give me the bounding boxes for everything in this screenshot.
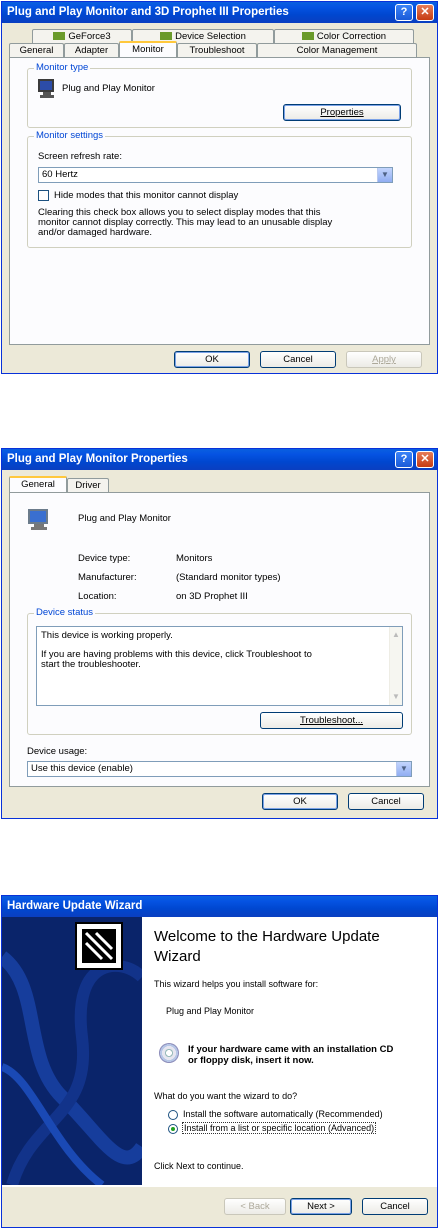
- cd-icon: [159, 1043, 179, 1063]
- chevron-up-icon[interactable]: ▲: [390, 629, 402, 641]
- apply-button[interactable]: Apply: [346, 351, 422, 368]
- device-type-value: Monitors: [176, 553, 213, 564]
- window-title: Plug and Play Monitor and 3D Prophet III…: [7, 6, 289, 18]
- help-button[interactable]: ?: [395, 4, 413, 21]
- monitor-properties-window: Plug and Play Monitor and 3D Prophet III…: [1, 1, 438, 374]
- device-name: Plug and Play Monitor: [78, 513, 171, 524]
- tab-panel: Monitor type Plug and Play Monitor Prope…: [9, 57, 430, 345]
- back-button[interactable]: < Back: [224, 1198, 286, 1215]
- status-line: start the troubleshooter.: [41, 659, 141, 670]
- refresh-rate-select[interactable]: 60 Hertz ▼: [38, 167, 393, 183]
- cd-instruction: If your hardware came with an installati…: [188, 1044, 394, 1055]
- chevron-down-icon[interactable]: ▼: [377, 168, 392, 182]
- close-button[interactable]: ✕: [416, 4, 434, 21]
- monitor-icon: [38, 79, 56, 101]
- manufacturer-value: (Standard monitor types): [176, 572, 281, 583]
- refresh-rate-label: Screen refresh rate:: [38, 151, 122, 162]
- nvidia-icon: [53, 32, 66, 41]
- manufacturer-label: Manufacturer:: [78, 572, 137, 583]
- cd-instruction: or floppy disk, insert it now.: [188, 1055, 314, 1066]
- monitor-settings-label: Monitor settings: [34, 130, 106, 141]
- install-auto-radio[interactable]: [168, 1110, 178, 1120]
- device-status-group: Device status This device is working pro…: [27, 607, 412, 735]
- nvidia-icon: [301, 32, 314, 41]
- pnp-monitor-properties-window: Plug and Play Monitor Properties ? ✕ Gen…: [1, 448, 438, 819]
- device-usage-label: Device usage:: [27, 746, 88, 757]
- continue-text: Click Next to continue.: [154, 1161, 244, 1171]
- monitor-type-group: Monitor type Plug and Play Monitor Prope…: [27, 62, 412, 128]
- ok-button[interactable]: OK: [262, 793, 338, 810]
- tab-adapter[interactable]: Adapter: [64, 43, 119, 57]
- ok-button[interactable]: OK: [174, 351, 250, 368]
- title-bar[interactable]: Plug and Play Monitor Properties ? ✕: [2, 449, 437, 470]
- install-list-label[interactable]: Install from a list or specific location…: [182, 1122, 377, 1134]
- help-button[interactable]: ?: [395, 451, 413, 468]
- wizard-footer: < Back Next > Cancel: [2, 1187, 437, 1227]
- chevron-down-icon[interactable]: ▼: [390, 691, 402, 703]
- cancel-button[interactable]: Cancel: [362, 1198, 428, 1215]
- wizard-question: What do you want the wizard to do?: [154, 1091, 298, 1101]
- nvidia-icon: [160, 32, 173, 41]
- wizard-banner-graphic: [2, 922, 142, 1185]
- properties-button[interactable]: Properties: [283, 104, 401, 121]
- device-status-label: Device status: [34, 607, 96, 618]
- window-title: Hardware Update Wizard: [7, 900, 143, 912]
- tab-color-management[interactable]: Color Management: [257, 43, 417, 57]
- tab-geforce3[interactable]: GeForce3: [32, 29, 132, 43]
- next-button[interactable]: Next >: [290, 1198, 352, 1215]
- monitor-icon: [28, 509, 50, 533]
- chevron-down-icon[interactable]: ▼: [396, 762, 411, 776]
- install-list-radio[interactable]: [168, 1124, 178, 1134]
- install-auto-label[interactable]: Install the software automatically (Reco…: [183, 1109, 383, 1119]
- hide-modes-label: Hide modes that this monitor cannot disp…: [54, 190, 239, 201]
- monitor-settings-group: Monitor settings Screen refresh rate: 60…: [27, 130, 412, 248]
- wizard-device: Plug and Play Monitor: [166, 1006, 255, 1016]
- location-value: on 3D Prophet III: [176, 591, 248, 602]
- tab-troubleshoot[interactable]: Troubleshoot: [177, 43, 257, 57]
- tab-monitor[interactable]: Monitor: [119, 41, 177, 57]
- tab-panel: Plug and Play Monitor Device type: Monit…: [9, 492, 430, 787]
- cancel-button[interactable]: Cancel: [260, 351, 336, 368]
- hide-modes-description: and/or damaged hardware.: [38, 227, 153, 238]
- hardware-update-wizard-window: Hardware Update Wizard Welcome to the Ha…: [1, 895, 438, 1228]
- cancel-button[interactable]: Cancel: [348, 793, 424, 810]
- location-label: Location:: [78, 591, 117, 602]
- status-line: This device is working properly.: [41, 630, 173, 641]
- monitor-type-label: Monitor type: [34, 62, 91, 73]
- divider: [2, 1185, 437, 1186]
- device-type-label: Device type:: [78, 553, 131, 564]
- wizard-heading-line: Welcome to the Hardware Update: [154, 928, 380, 945]
- wizard-side-banner: [2, 917, 142, 1185]
- tab-general[interactable]: General: [9, 476, 67, 492]
- troubleshoot-button[interactable]: Troubleshoot...: [260, 712, 403, 729]
- device-usage-select[interactable]: Use this device (enable) ▼: [27, 761, 412, 777]
- device-status-text[interactable]: This device is working properly. If you …: [36, 626, 403, 706]
- title-bar[interactable]: Plug and Play Monitor and 3D Prophet III…: [2, 2, 437, 23]
- tab-color-correction[interactable]: Color Correction: [274, 29, 414, 43]
- tab-driver[interactable]: Driver: [67, 478, 109, 492]
- monitor-name: Plug and Play Monitor: [62, 83, 155, 94]
- wizard-intro: This wizard helps you install software f…: [154, 979, 319, 989]
- hide-modes-checkbox[interactable]: [38, 190, 49, 201]
- close-button[interactable]: ✕: [416, 451, 434, 468]
- title-bar[interactable]: Hardware Update Wizard: [2, 896, 437, 917]
- wizard-heading-line: Wizard: [154, 948, 201, 965]
- tab-general[interactable]: General: [9, 43, 64, 57]
- scrollbar[interactable]: ▲ ▼: [389, 627, 402, 705]
- window-title: Plug and Play Monitor Properties: [7, 453, 188, 465]
